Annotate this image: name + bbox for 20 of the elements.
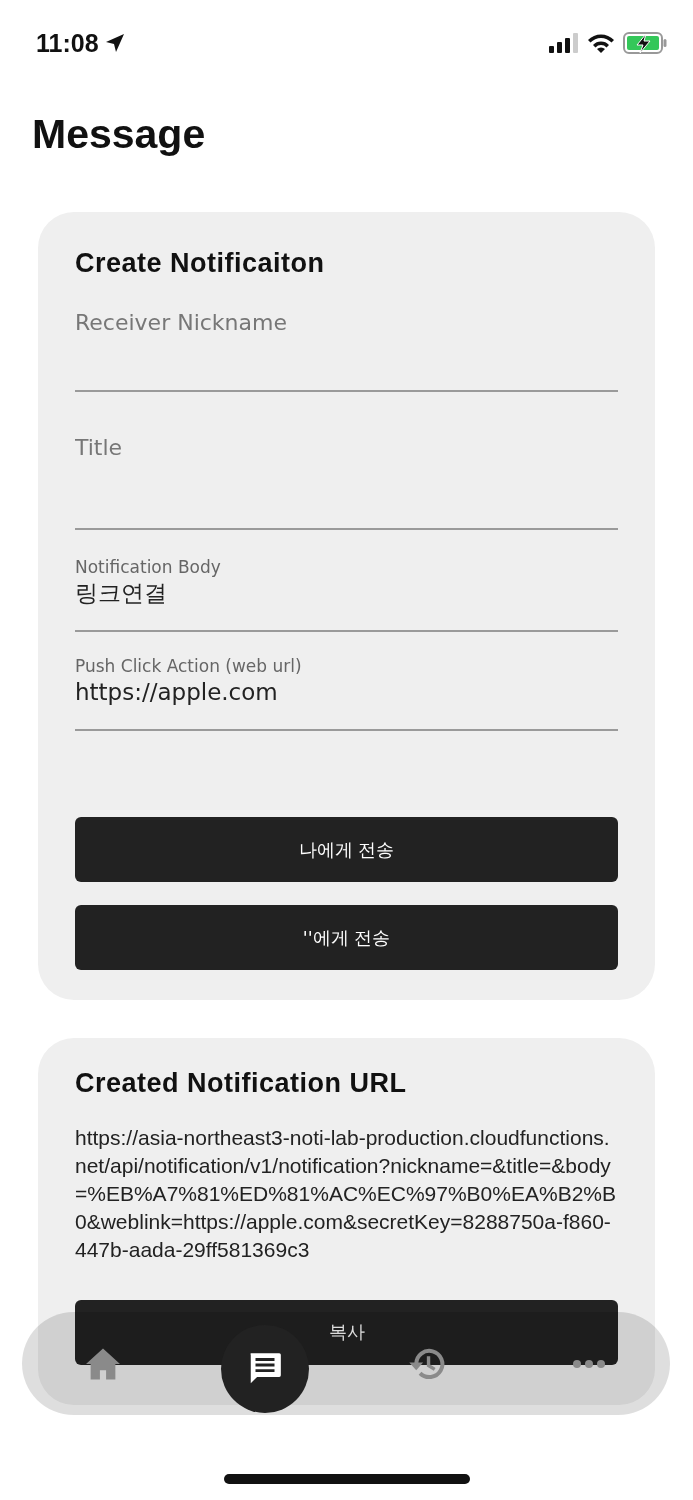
location-arrow-icon <box>104 33 125 53</box>
battery-charging-icon <box>623 32 667 54</box>
send-button[interactable]: ''에게 전송 <box>75 905 618 970</box>
home-icon <box>84 1346 122 1381</box>
tab-button[interactable] <box>84 1346 122 1381</box>
more-icon <box>573 1359 605 1368</box>
input-field[interactable]: Title <box>75 392 618 530</box>
url-text: https://asia-northeast3-noti-lab-production.cloudfunctions.net/api/notification/v1/notification?nickname=&title=&body=%EB%A7%81%ED%81%AC%EC%97%B0%EA%B2%B0&weblink=https://apple.com&secretKey=8288750a-f860-447b-aada-29ff581369c3 <box>75 1125 618 1263</box>
copy-button[interactable]: 복사 <box>75 1300 618 1365</box>
card-title: Create Notificaiton <box>75 247 326 280</box>
text-field[interactable]: Notification Body 링크연결 <box>75 530 618 632</box>
tab-button[interactable] <box>573 1359 605 1368</box>
send-button[interactable]: 나에게 전송 <box>75 817 618 882</box>
signal-icon <box>549 33 579 53</box>
text-field[interactable]: Push Click Action (web url) https://apple.com <box>75 632 618 731</box>
page-title: Message <box>32 110 207 159</box>
wifi-icon <box>587 33 615 53</box>
card-title: Created Notification URL <box>75 1067 408 1100</box>
input-field[interactable]: Receiver Nickname <box>75 280 618 392</box>
status-time: 11:08 <box>36 28 99 58</box>
